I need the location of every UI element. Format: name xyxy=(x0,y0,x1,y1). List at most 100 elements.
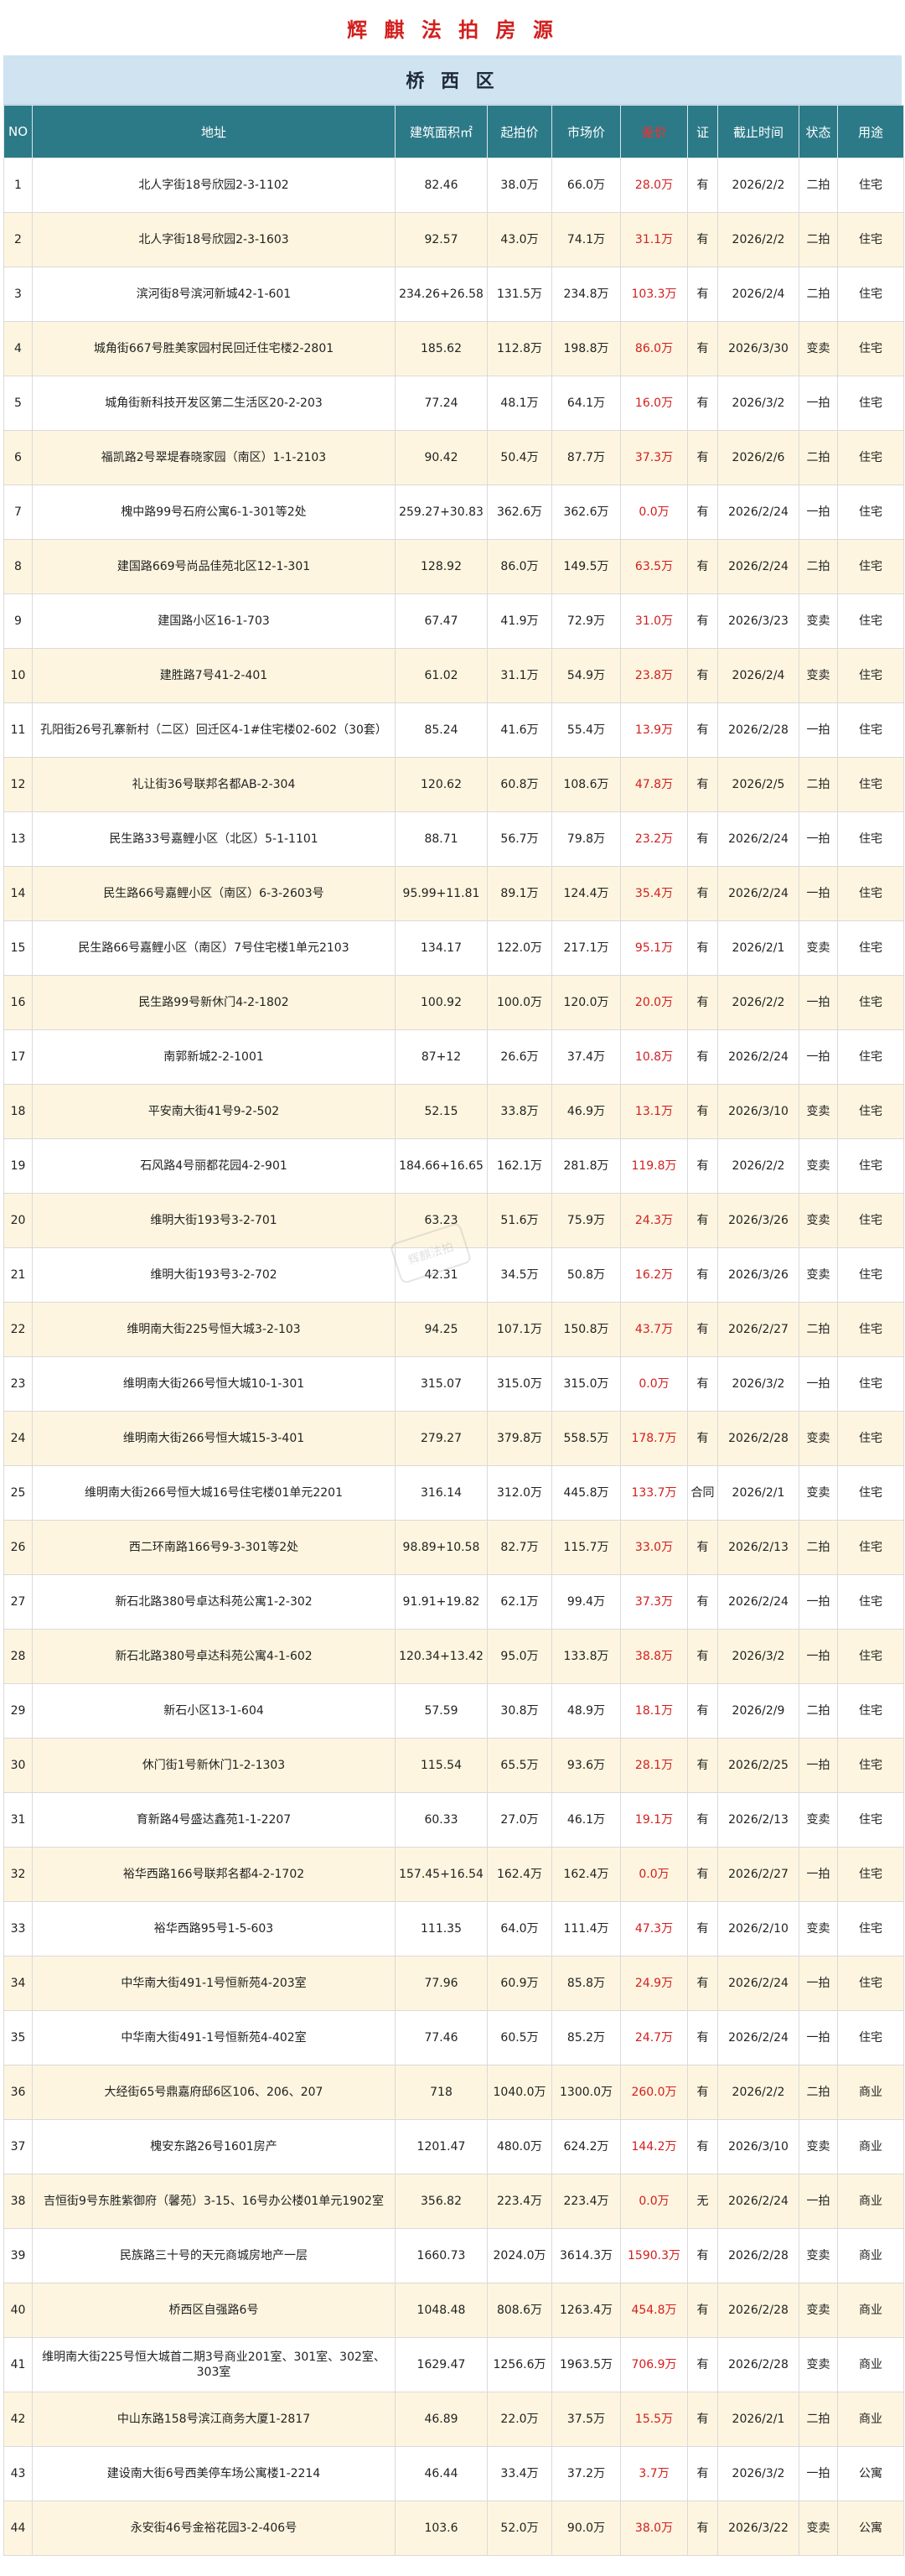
row-number-cell: 37 xyxy=(3,2119,33,2174)
start-price-cell: 43.0万 xyxy=(487,212,552,267)
row-number-cell: 43 xyxy=(3,2446,33,2501)
building-area-cell: 103.6 xyxy=(395,2501,488,2556)
building-area-cell: 100.92 xyxy=(395,975,488,1030)
auction-status-cell: 变卖 xyxy=(799,1193,838,1248)
deadline-cell: 2026/2/5 xyxy=(717,757,799,812)
row-number-cell: 13 xyxy=(3,811,33,867)
start-price-cell: 52.0万 xyxy=(487,2501,552,2556)
address-cell: 维明大街193号3-2-702 xyxy=(32,1247,396,1303)
address-cell: 建国路小区16-1-703 xyxy=(32,593,396,649)
certificate-cell: 有 xyxy=(687,811,718,867)
usage-cell: 住宅 xyxy=(837,485,904,540)
deadline-cell: 2026/2/2 xyxy=(717,212,799,267)
market-price-cell: 37.5万 xyxy=(551,2392,621,2447)
usage-cell: 住宅 xyxy=(837,1411,904,1466)
building-area-cell: 718 xyxy=(395,2065,488,2120)
table-row: 37 槐安东路26号1601房产 1201.47 480.0万 624.2万 144.2万… xyxy=(3,2119,904,2174)
usage-cell: 住宅 xyxy=(837,2010,904,2065)
market-price-cell: 362.6万 xyxy=(551,485,621,540)
table-row: 22 维明南大街225号恒大城3-2-103 94.25 107.1万 150.8万 43… xyxy=(3,1302,904,1357)
start-price-cell: 2024.0万 xyxy=(487,2228,552,2283)
price-difference-cell: 31.1万 xyxy=(620,212,688,267)
price-difference-cell: 31.0万 xyxy=(620,593,688,649)
market-price-cell: 1963.5万 xyxy=(551,2337,621,2392)
deadline-cell: 2026/2/28 xyxy=(717,702,799,758)
address-cell: 北人字街18号欣园2-3-1603 xyxy=(32,212,396,267)
auction-status-cell: 一拍 xyxy=(799,1356,838,1412)
address-cell: 民生路99号新休门4-2-1802 xyxy=(32,975,396,1030)
row-number-cell: 8 xyxy=(3,539,33,594)
auction-status-cell: 二拍 xyxy=(799,158,838,213)
certificate-cell: 有 xyxy=(687,1956,718,2011)
row-number-cell: 4 xyxy=(3,321,33,376)
market-price-cell: 162.4万 xyxy=(551,1847,621,1902)
usage-cell: 住宅 xyxy=(837,430,904,485)
row-number-cell: 16 xyxy=(3,975,33,1030)
building-area-cell: 356.82 xyxy=(395,2174,488,2229)
page-title: 辉 麒 法 拍 房 源 xyxy=(347,17,558,42)
market-price-cell: 150.8万 xyxy=(551,1302,621,1357)
market-price-cell: 46.1万 xyxy=(551,1792,621,1848)
table-row: 24 维明南大街266号恒大城15-3-401 279.27 379.8万 558.5万… xyxy=(3,1411,904,1466)
price-difference-cell: 706.9万 xyxy=(620,2337,688,2392)
usage-cell: 住宅 xyxy=(837,593,904,649)
start-price-cell: 41.6万 xyxy=(487,702,552,758)
auction-status-cell: 二拍 xyxy=(799,2065,838,2120)
building-area-cell: 120.34+13.42 xyxy=(395,1629,488,1684)
price-difference-cell: 23.2万 xyxy=(620,811,688,867)
row-number-cell: 15 xyxy=(3,920,33,976)
price-difference-cell: 133.7万 xyxy=(620,1465,688,1521)
start-price-cell: 51.6万 xyxy=(487,1193,552,1248)
building-area-cell: 67.47 xyxy=(395,593,488,649)
market-price-cell: 149.5万 xyxy=(551,539,621,594)
row-number-cell: 10 xyxy=(3,648,33,703)
start-price-cell: 56.7万 xyxy=(487,811,552,867)
auction-status-cell: 一拍 xyxy=(799,1738,838,1793)
table-row: 39 民族路三十号的天元商城房地产一层 1660.73 2024.0万 3614.3万 1… xyxy=(3,2228,904,2283)
usage-cell: 住宅 xyxy=(837,1847,904,1902)
deadline-cell: 2026/3/26 xyxy=(717,1193,799,1248)
certificate-cell: 有 xyxy=(687,2065,718,2120)
certificate-cell: 有 xyxy=(687,1247,718,1303)
table-row: 32 裕华西路166号联邦名都4-2-1702 157.45+16.54 162.4万… xyxy=(3,1847,904,1902)
address-cell: 民生路66号嘉鲤小区（南区）6-3-2603号 xyxy=(32,866,396,921)
market-price-cell: 99.4万 xyxy=(551,1574,621,1630)
market-price-cell: 234.8万 xyxy=(551,267,621,322)
row-number-cell: 42 xyxy=(3,2392,33,2447)
start-price-cell: 131.5万 xyxy=(487,267,552,322)
building-area-cell: 46.89 xyxy=(395,2392,488,2447)
table-row: 9 建国路小区16-1-703 67.47 41.9万 72.9万 31.0万有 2026/… xyxy=(3,593,904,649)
certificate-cell: 有 xyxy=(687,1411,718,1466)
building-area-cell: 120.62 xyxy=(395,757,488,812)
start-price-cell: 38.0万 xyxy=(487,158,552,213)
table-row: 15 民生路66号嘉鲤小区（南区）7号住宅楼1单元2103 134.17 122.0万… xyxy=(3,920,904,976)
row-number-cell: 38 xyxy=(3,2174,33,2229)
price-difference-cell: 20.0万 xyxy=(620,975,688,1030)
market-price-cell: 75.9万 xyxy=(551,1193,621,1248)
address-cell: 民族路三十号的天元商城房地产一层 xyxy=(32,2228,396,2283)
usage-cell: 住宅 xyxy=(837,702,904,758)
address-cell: 孔阳街26号孔寨新村（二区）回迁区4-1#住宅楼02-602（30套） xyxy=(32,702,396,758)
start-price-cell: 82.7万 xyxy=(487,1520,552,1575)
deadline-cell: 2026/2/2 xyxy=(717,2065,799,2120)
address-cell: 维明南大街225号恒大城首二期3号商业201室、301室、302室、303室 xyxy=(32,2337,396,2392)
usage-cell: 住宅 xyxy=(837,1683,904,1739)
auction-status-cell: 一拍 xyxy=(799,376,838,431)
usage-cell: 住宅 xyxy=(837,1792,904,1848)
market-price-cell: 87.7万 xyxy=(551,430,621,485)
auction-status-cell: 变卖 xyxy=(799,1084,838,1139)
address-cell: 裕华西路95号1-5-603 xyxy=(32,1901,396,1957)
row-number-cell: 41 xyxy=(3,2337,33,2392)
address-cell: 城角街667号胜美家园村民回迁住宅楼2-2801 xyxy=(32,321,396,376)
building-area-cell: 234.26+26.58 xyxy=(395,267,488,322)
price-difference-cell: 43.7万 xyxy=(620,1302,688,1357)
market-price-cell: 37.4万 xyxy=(551,1029,621,1085)
table-body: 1 北人字街18号欣园2-3-1102 82.46 38.0万 66.0万 28.0万有 2… xyxy=(3,158,904,2556)
deadline-cell: 2026/3/2 xyxy=(717,2446,799,2501)
certificate-cell: 有 xyxy=(687,1029,718,1085)
market-price-cell: 37.2万 xyxy=(551,2446,621,2501)
deadline-cell: 2026/2/1 xyxy=(717,2392,799,2447)
market-price-cell: 72.9万 xyxy=(551,593,621,649)
auction-status-cell: 变卖 xyxy=(799,1247,838,1303)
certificate-cell: 有 xyxy=(687,1138,718,1194)
